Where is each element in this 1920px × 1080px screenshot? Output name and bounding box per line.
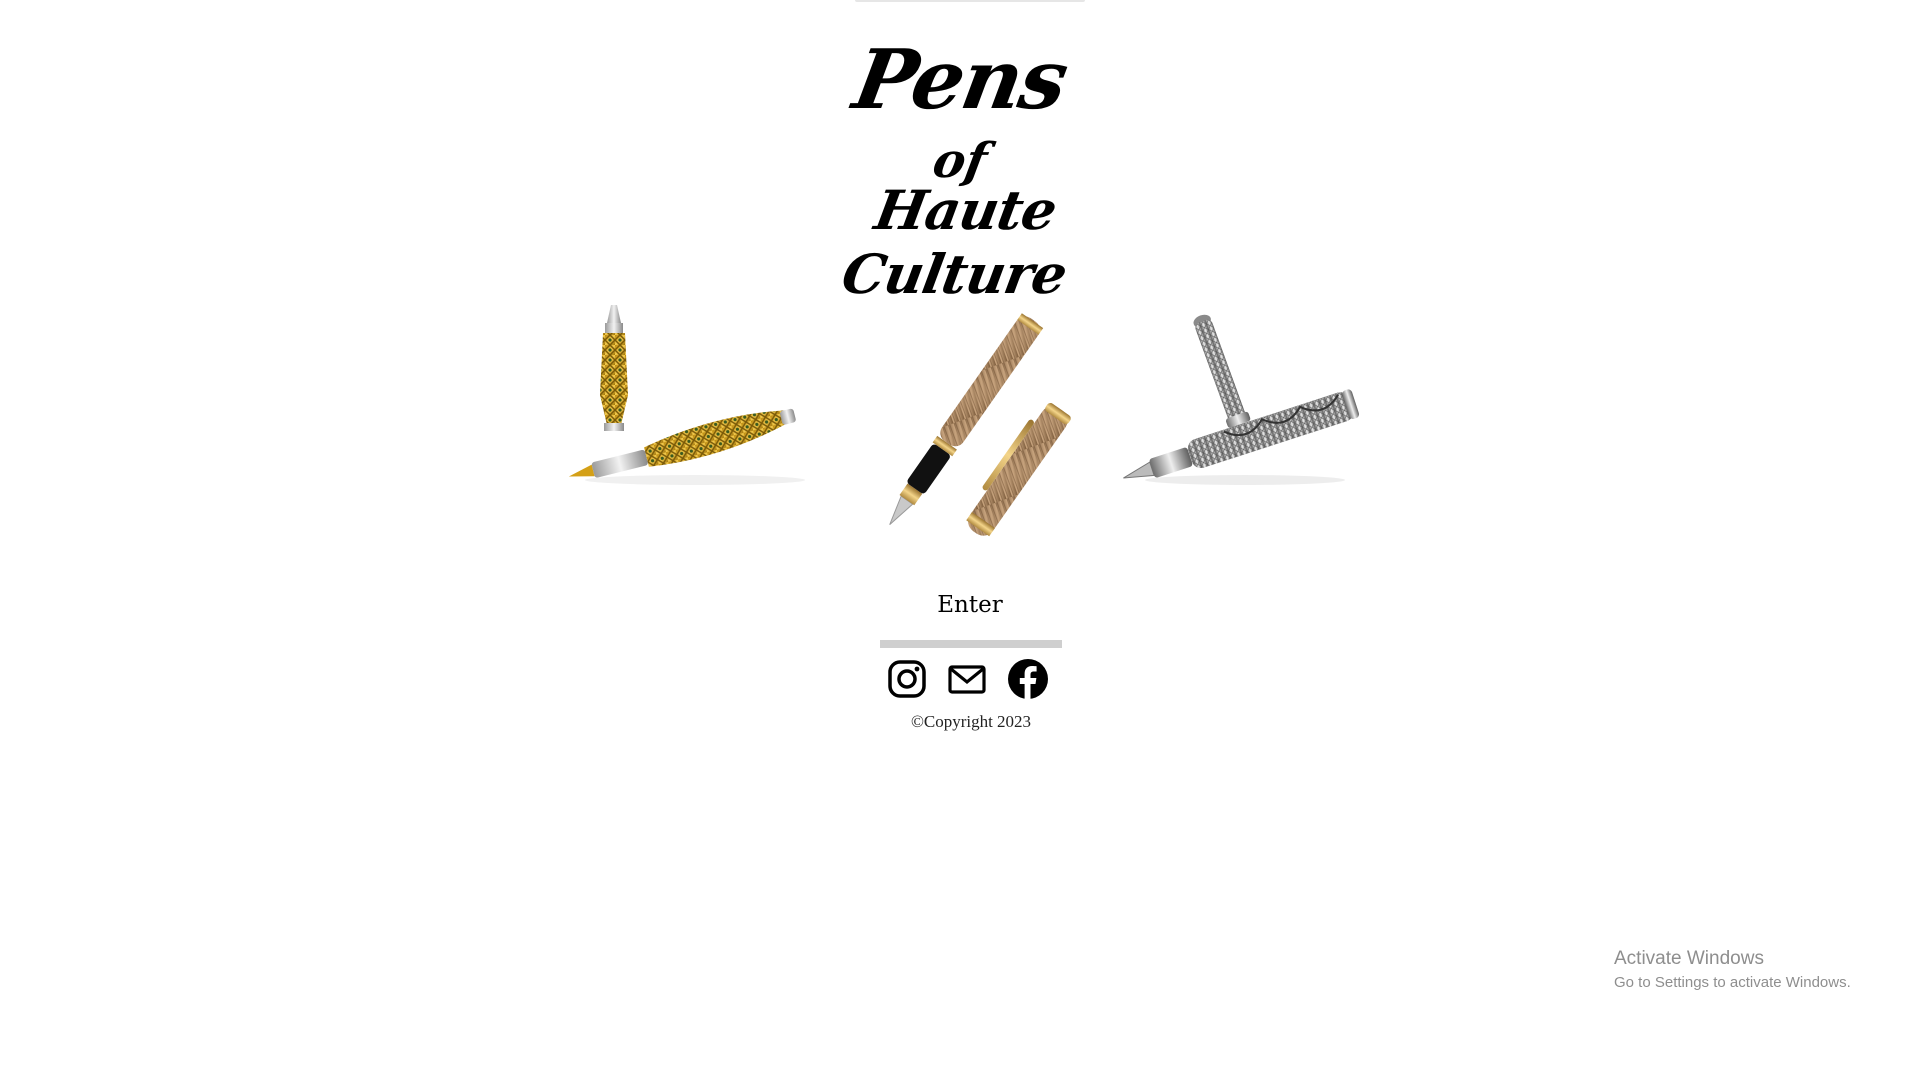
mail-icon[interactable] [945, 657, 989, 701]
pen-gallery [545, 275, 1375, 545]
gold-lattice-pen-image [568, 305, 805, 485]
copyright-text: ©Copyright 2023 [910, 712, 1032, 731]
activate-windows-subtitle: Go to Settings to activate Windows. [1614, 974, 1851, 991]
site-logo[interactable]: Pens of Haute Culture [780, 28, 1140, 306]
activate-windows-title: Activate Windows [1614, 948, 1764, 969]
instagram-icon[interactable] [885, 657, 929, 701]
enter-underline-bar [880, 640, 1062, 648]
facebook-icon[interactable] [1006, 657, 1050, 701]
top-decoration-line [855, 0, 1085, 2]
activate-windows-watermark: Activate Windows Go to Settings to activ… [1614, 948, 1851, 991]
wooden-pen-image [889, 313, 1071, 537]
silver-engraved-pen-image [1123, 314, 1360, 485]
enter-button[interactable]: Enter [880, 592, 1060, 618]
social-links [885, 657, 1055, 701]
logo-line-pens: Pens [846, 32, 1074, 128]
